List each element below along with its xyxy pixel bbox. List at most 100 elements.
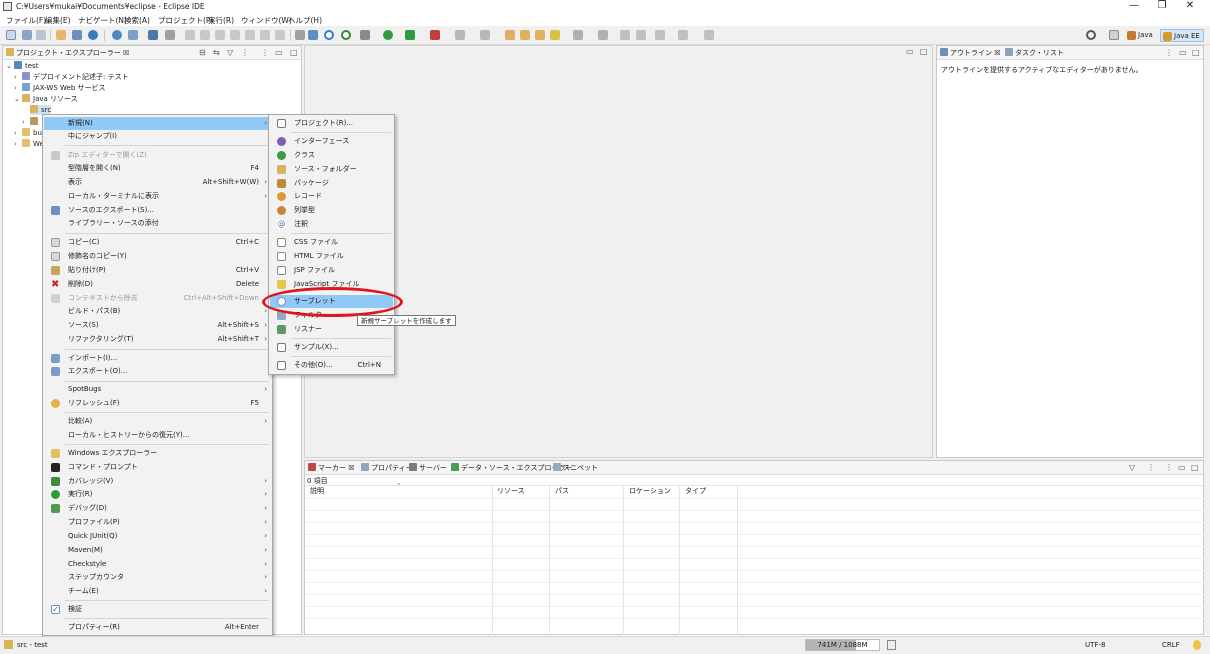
collapse-all-icon[interactable]: ⊟ xyxy=(199,48,206,57)
open-task-icon[interactable] xyxy=(128,30,138,40)
minimize-editor-icon[interactable]: ▭ xyxy=(906,47,914,56)
pin-editor-icon[interactable] xyxy=(704,30,714,40)
menu-item-copy[interactable]: コピー(C) Ctrl+C xyxy=(44,236,271,249)
submenu-item-package[interactable]: パッケージ xyxy=(270,177,393,190)
menu-item-export-source[interactable]: ソースのエクスポート(S)... xyxy=(44,204,271,217)
tree-item-webcontent[interactable]: › We xyxy=(14,139,44,149)
run-icon[interactable] xyxy=(383,30,393,40)
debug-target-icon[interactable] xyxy=(324,30,334,40)
menu-item-compare[interactable]: 比較(A) › xyxy=(44,415,271,428)
menu-item-debug[interactable]: デバッグ(D) › xyxy=(44,502,271,515)
submenu-item-jsp-file[interactable]: JSP ファイル xyxy=(270,264,393,277)
menu-item-command-prompt[interactable]: コマンド・プロンプト xyxy=(44,461,271,474)
tab-project-explorer[interactable]: プロジェクト・エクスプローラー ☒ xyxy=(6,48,129,58)
forward-nav-icon[interactable] xyxy=(636,30,646,40)
drop-to-frame-icon[interactable] xyxy=(295,30,305,40)
new-web-icon[interactable] xyxy=(88,30,98,40)
submenu-item-other[interactable]: その他(O)... Ctrl+N xyxy=(270,359,393,372)
next-edit-icon[interactable] xyxy=(678,30,688,40)
submenu-item-enum[interactable]: 列挙型 xyxy=(270,204,393,217)
view-menu-kebab-icon[interactable]: ⋮ xyxy=(261,48,269,57)
link-editor-icon[interactable]: ⇆ xyxy=(213,48,220,57)
tab-outline[interactable]: アウトライン ☒ xyxy=(940,48,1001,58)
column-header-location[interactable]: ロケーション xyxy=(629,486,671,496)
menu-item-maven[interactable]: Maven(M) › xyxy=(44,544,271,557)
column-header-description[interactable]: 説明 xyxy=(310,486,324,496)
menu-file[interactable]: ファイル(F) xyxy=(6,15,46,26)
terminal-icon[interactable] xyxy=(148,30,158,40)
menu-help[interactable]: ヘルプ(H) xyxy=(288,15,322,26)
back-icon[interactable] xyxy=(620,30,630,40)
tip-lightbulb-icon[interactable] xyxy=(1193,640,1201,650)
next-annotation-icon[interactable] xyxy=(598,30,608,40)
menu-item-new[interactable]: 新規(N) › xyxy=(44,117,271,130)
column-header-path[interactable]: パス xyxy=(555,486,569,496)
tab-properties[interactable]: プロパティー xyxy=(361,463,413,473)
menu-edit[interactable]: 編集(E) xyxy=(45,15,71,26)
tree-item-java-resources[interactable]: ⌄ Java リソース xyxy=(14,94,78,104)
web-browser-icon[interactable] xyxy=(112,30,122,40)
menu-window[interactable]: ウィンドウ(W) xyxy=(241,15,292,26)
coverage-icon[interactable] xyxy=(341,30,351,40)
tab-task-list[interactable]: タスク・リスト xyxy=(1005,48,1064,58)
tree-item-deploy-descriptor[interactable]: › デプロイメント記述子: テスト xyxy=(14,72,129,82)
view-menu-icon[interactable]: ⋮ xyxy=(1147,463,1155,472)
close-tab-icon[interactable]: ☒ xyxy=(348,464,354,472)
menu-item-profile[interactable]: プロファイル(P) › xyxy=(44,516,271,529)
open-perspective-icon[interactable] xyxy=(1109,30,1119,40)
run-tool-icon[interactable] xyxy=(405,30,415,40)
menu-item-refresh[interactable]: リフレッシュ(F) F5 xyxy=(44,397,271,410)
collapse-chevron-icon[interactable]: › xyxy=(14,139,22,149)
tree-item-jaxws[interactable]: › JAX-WS Web サービス xyxy=(14,83,106,93)
expand-chevron-icon[interactable]: ⌄ xyxy=(14,94,22,104)
tab-snippets[interactable]: スニペット xyxy=(553,463,598,473)
close-button[interactable]: ✕ xyxy=(1176,0,1204,13)
menu-item-validate[interactable]: ✓ 検証 xyxy=(44,603,271,616)
filter-icon[interactable]: ▽ xyxy=(1129,463,1135,472)
submenu-item-interface[interactable]: インターフェース xyxy=(270,135,393,148)
debug-dropdown-icon[interactable] xyxy=(360,30,370,40)
close-tab-icon[interactable]: ☒ xyxy=(994,49,1000,57)
menu-search[interactable]: 検索(A) xyxy=(124,15,150,26)
menu-item-show-in[interactable]: 表示 Alt+Shift+W(W) › xyxy=(44,176,271,189)
submenu-item-css-file[interactable]: CSS ファイル xyxy=(270,236,393,249)
tab-markers[interactable]: マーカー ☒ xyxy=(308,463,355,473)
submenu-item-record[interactable]: レコード xyxy=(270,190,393,203)
submenu-item-html-file[interactable]: HTML ファイル xyxy=(270,250,393,263)
skip-breakpoints-icon[interactable] xyxy=(165,30,175,40)
open-type-icon[interactable] xyxy=(505,30,515,40)
menu-item-attach-library-source[interactable]: ライブラリー・ソースの添付 xyxy=(44,217,271,230)
maximize-view-icon[interactable]: □ xyxy=(1191,463,1199,472)
collapse-chevron-icon[interactable]: › xyxy=(14,128,22,138)
open-resource-icon[interactable] xyxy=(520,30,530,40)
new-server-icon[interactable] xyxy=(72,30,82,40)
view-menu-icon[interactable]: ⋮ xyxy=(241,48,249,57)
collapse-chevron-icon[interactable]: › xyxy=(22,117,30,127)
menu-item-step-counter[interactable]: ステップカウンタ › xyxy=(44,571,271,584)
view-menu-icon[interactable]: ⋮ xyxy=(1165,48,1173,57)
collapse-chevron-icon[interactable]: › xyxy=(14,83,22,93)
menu-item-coverage[interactable]: カバレッジ(V) › xyxy=(44,475,271,488)
filter-icon[interactable]: ▽ xyxy=(227,48,233,57)
column-header-type[interactable]: タイプ xyxy=(685,486,706,496)
minimize-button[interactable]: — xyxy=(1120,0,1148,13)
external-tools-icon[interactable] xyxy=(430,30,440,40)
view-menu-kebab-icon[interactable]: ⋮ xyxy=(1165,463,1173,472)
tree-item-build[interactable]: › bu xyxy=(14,128,42,138)
menu-item-restore-local-history[interactable]: ローカル・ヒストリーからの復元(Y)... xyxy=(44,429,271,442)
menu-item-build-path[interactable]: ビルド・パス(B) › xyxy=(44,305,271,318)
submenu-item-class[interactable]: クラス xyxy=(270,149,393,162)
search-folder-icon[interactable] xyxy=(535,30,545,40)
submenu-item-example[interactable]: サンプル(X)... xyxy=(270,341,393,354)
menu-item-open-type-hierarchy[interactable]: 型階層を開く(N) F4 xyxy=(44,162,271,175)
menu-item-go-into[interactable]: 中にジャンプ(I) xyxy=(44,130,271,143)
menu-item-import[interactable]: インポート(I)... xyxy=(44,352,271,365)
expand-chevron-icon[interactable]: ⌄ xyxy=(6,61,14,71)
menu-item-spotbugs[interactable]: SpotBugs › xyxy=(44,383,271,396)
menu-item-source[interactable]: ソース(S) Alt+Shift+S › xyxy=(44,319,271,332)
minimize-view-icon[interactable]: ▭ xyxy=(275,48,283,57)
menu-item-team[interactable]: チーム(E) › xyxy=(44,585,271,598)
column-header-resource[interactable]: リソース xyxy=(497,486,525,496)
menu-item-show-in-terminal[interactable]: ローカル・ターミナルに表示 › xyxy=(44,190,271,203)
tree-item-libraries[interactable]: › xyxy=(22,117,41,127)
